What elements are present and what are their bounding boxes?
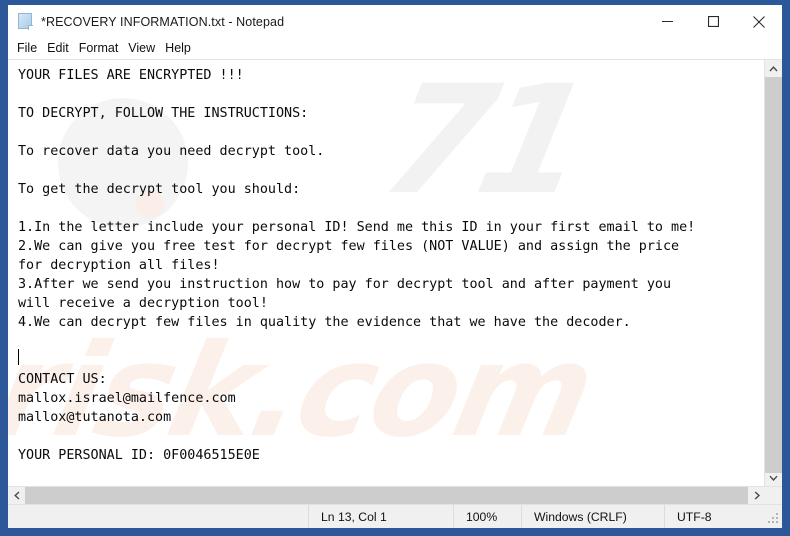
menu-bar: File Edit Format View Help [8,38,782,59]
editor-region: 71 risk.com YOUR FILES ARE ENCRYPTED !!!… [8,59,782,504]
close-icon [753,15,765,28]
window-controls [644,5,782,38]
vertical-scroll-thumb[interactable] [765,77,782,473]
ransom-note-text: YOUR FILES ARE ENCRYPTED !!! TO DECRYPT,… [18,68,696,463]
horizontal-scroll-thumb[interactable] [25,487,748,504]
minimize-icon [661,21,673,22]
chevron-down-icon [769,475,778,481]
chevron-up-icon [769,65,778,71]
text-caret [18,349,19,365]
close-button[interactable] [736,5,782,38]
status-line-ending: Windows (CRLF) [521,505,664,528]
status-encoding: UTF-8 [664,505,782,528]
menu-item-file[interactable]: File [17,38,44,59]
desktop-background: *RECOVERY INFORMATION.txt - Notepad File… [0,0,790,536]
status-zoom-level: 100% [453,505,521,528]
horizontal-scrollbar[interactable] [8,486,782,504]
menu-item-format[interactable]: Format [79,38,126,59]
status-bar-spacer [8,505,308,528]
notepad-window: *RECOVERY INFORMATION.txt - Notepad File… [7,4,783,529]
vertical-scrollbar[interactable] [764,60,782,486]
resize-grip[interactable] [767,513,779,525]
text-editor[interactable]: 71 risk.com YOUR FILES ARE ENCRYPTED !!!… [8,60,764,486]
notepad-document-icon [17,13,34,30]
title-bar[interactable]: *RECOVERY INFORMATION.txt - Notepad [8,5,782,38]
chevron-right-icon [754,491,760,500]
menu-item-help[interactable]: Help [165,38,198,59]
status-cursor-position: Ln 13, Col 1 [308,505,453,528]
window-title: *RECOVERY INFORMATION.txt - Notepad [41,14,285,29]
scroll-up-button[interactable] [765,60,782,77]
menu-item-edit[interactable]: Edit [47,38,76,59]
chevron-left-icon [13,491,19,500]
maximize-icon [707,16,719,27]
minimize-button[interactable] [644,5,690,38]
scrollbar-corner [765,487,782,504]
menu-item-view[interactable]: View [128,38,162,59]
scroll-left-button[interactable] [8,487,25,504]
status-bar: Ln 13, Col 1 100% Windows (CRLF) UTF-8 [8,504,782,528]
maximize-button[interactable] [690,5,736,38]
scroll-right-button[interactable] [748,487,765,504]
